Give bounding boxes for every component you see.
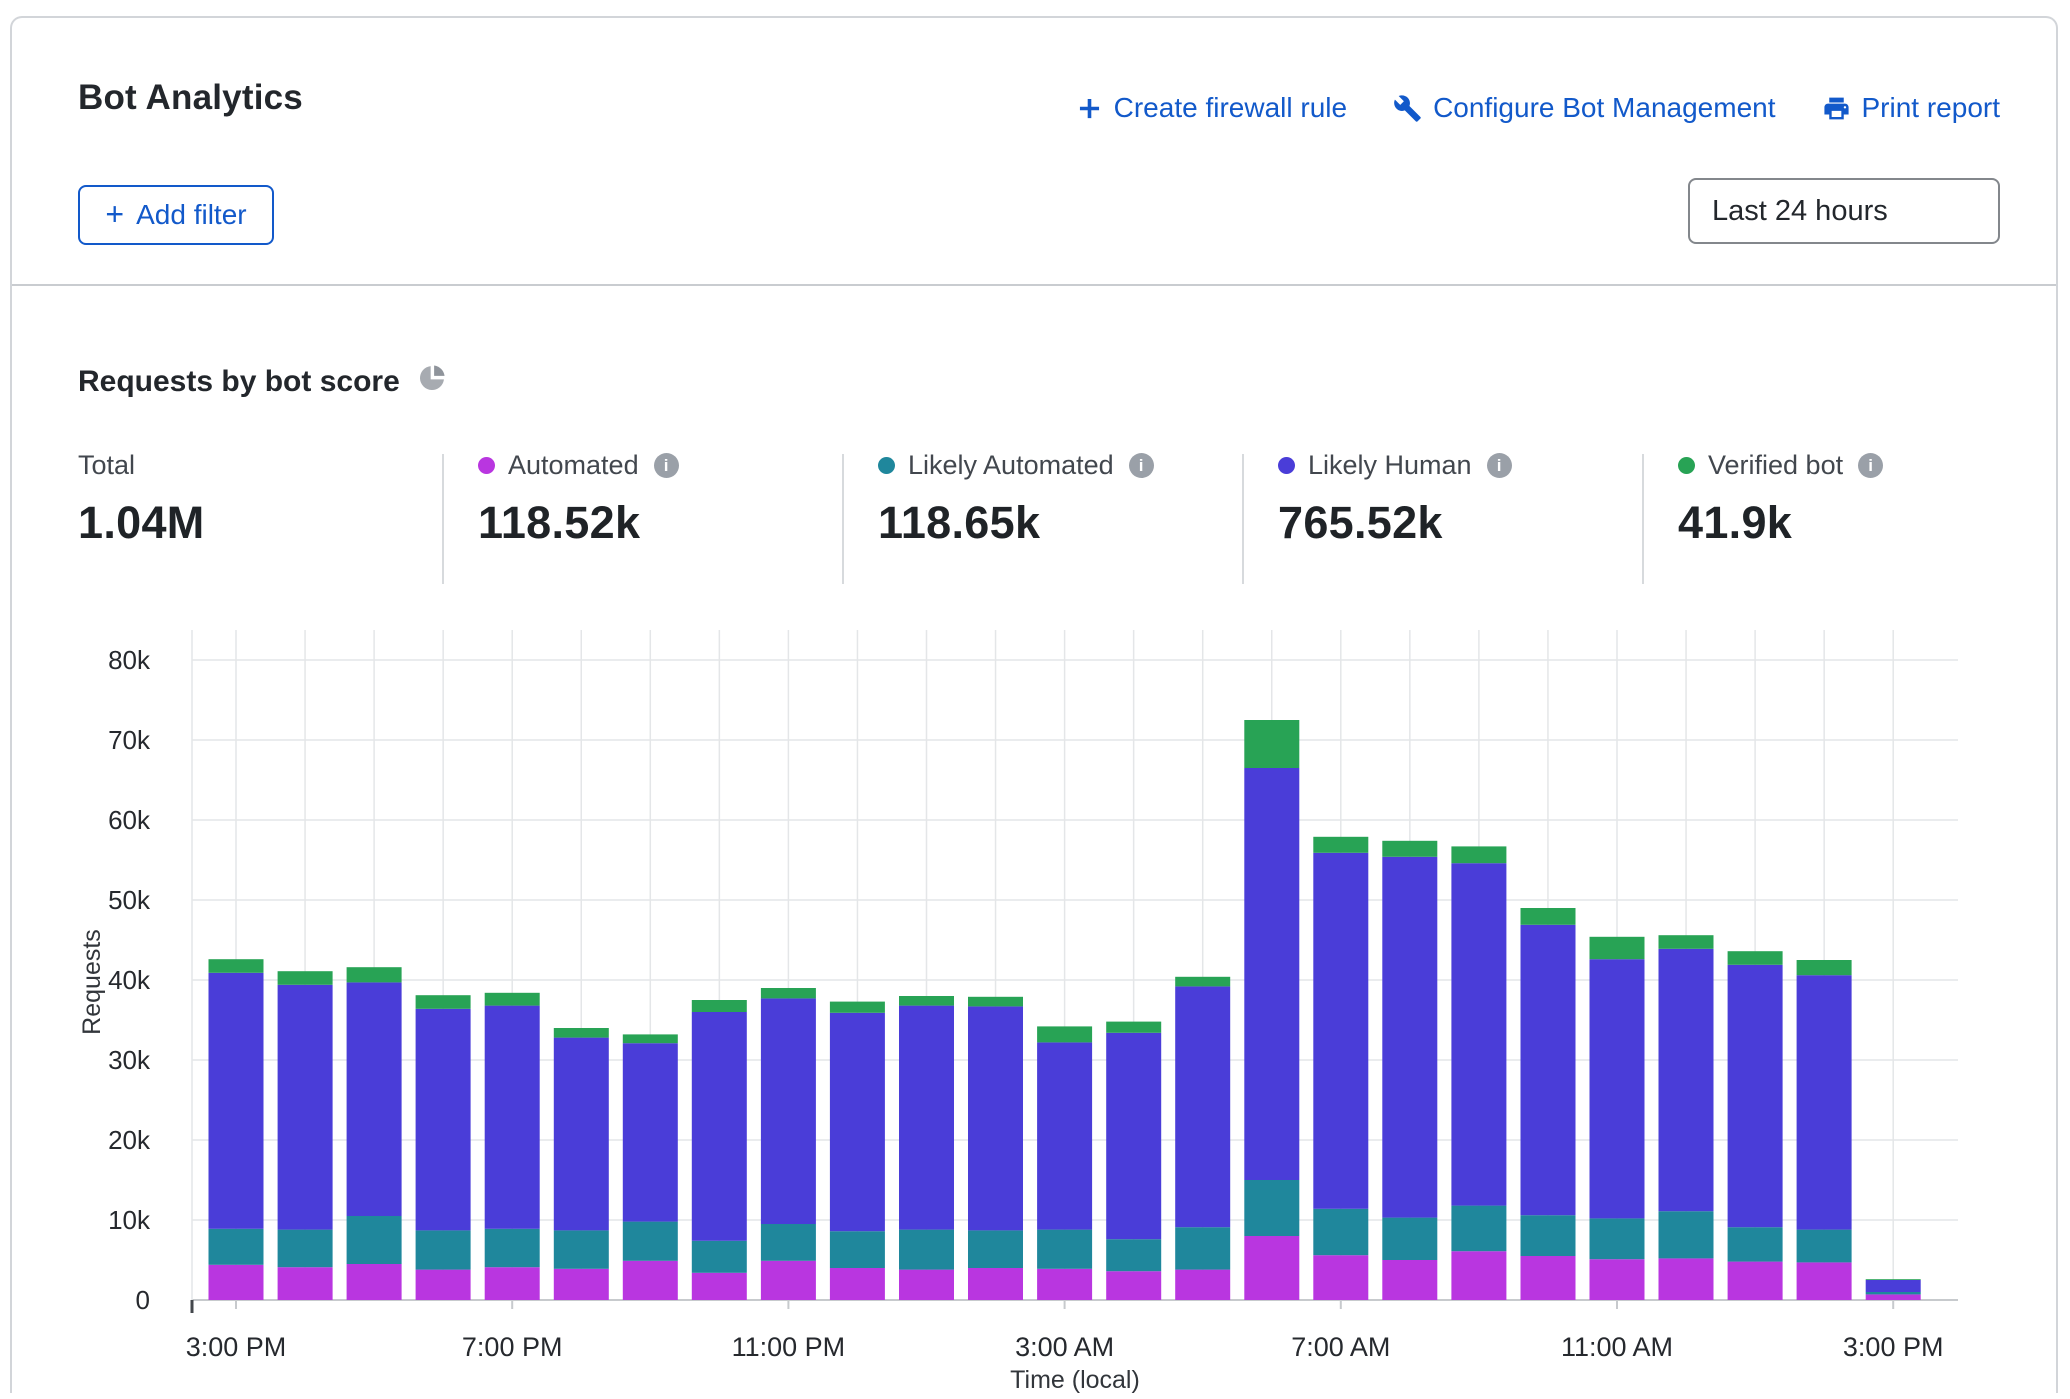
stat-value: 765.52k [1278, 497, 1512, 549]
stat-likely-human: Likely Human i 765.52k [1278, 450, 1512, 590]
stat-divider [842, 454, 844, 584]
stat-label: Automated [508, 450, 639, 481]
stat-label: Likely Human [1308, 450, 1472, 481]
svg-text:70k: 70k [108, 725, 151, 755]
stat-divider [442, 454, 444, 584]
svg-text:60k: 60k [108, 805, 151, 835]
legend-dot-automated [478, 457, 495, 474]
info-icon[interactable]: i [1487, 453, 1512, 478]
configure-bot-management-link[interactable]: Configure Bot Management [1393, 92, 1775, 124]
stat-verified-bot: Verified bot i 41.9k [1678, 450, 1883, 590]
card-header: Bot Analytics Create firewall rule Confi… [12, 18, 2056, 286]
print-report-link[interactable]: Print report [1822, 92, 2001, 124]
stat-divider [1642, 454, 1644, 584]
page-title: Bot Analytics [78, 78, 303, 118]
info-icon[interactable]: i [1129, 453, 1154, 478]
pie-chart-icon [416, 362, 448, 402]
svg-text:7:00 PM: 7:00 PM [462, 1332, 563, 1362]
svg-text:11:00 AM: 11:00 AM [1561, 1332, 1673, 1362]
create-firewall-rule-link[interactable]: Create firewall rule [1076, 92, 1347, 124]
svg-text:7:00 AM: 7:00 AM [1291, 1332, 1390, 1362]
svg-text:3:00 PM: 3:00 PM [186, 1332, 287, 1362]
header-actions: Create firewall rule Configure Bot Manag… [1076, 92, 2000, 124]
stat-value: 118.52k [478, 497, 679, 549]
stat-value: 41.9k [1678, 497, 1883, 549]
printer-icon [1822, 94, 1851, 123]
stat-label: Verified bot [1708, 450, 1843, 481]
legend-dot-likely-automated [878, 457, 895, 474]
svg-text:80k: 80k [108, 645, 151, 675]
svg-text:30k: 30k [108, 1045, 151, 1075]
svg-text:Requests: Requests [78, 929, 106, 1035]
info-icon[interactable]: i [654, 453, 679, 478]
svg-text:40k: 40k [108, 965, 151, 995]
svg-text:11:00 PM: 11:00 PM [732, 1332, 846, 1362]
plus-icon [1076, 95, 1103, 122]
plus-icon: + [105, 198, 124, 230]
svg-text:3:00 PM: 3:00 PM [1843, 1332, 1944, 1362]
legend-dot-verified-bot [1678, 457, 1695, 474]
legend-dot-likely-human [1278, 457, 1295, 474]
wrench-icon [1393, 94, 1422, 123]
info-icon[interactable]: i [1858, 453, 1883, 478]
stat-value: 1.04M [78, 497, 205, 549]
svg-text:0: 0 [136, 1285, 150, 1315]
stat-label: Likely Automated [908, 450, 1114, 481]
svg-text:3:00 AM: 3:00 AM [1015, 1332, 1114, 1362]
stat-value: 118.65k [878, 497, 1154, 549]
stat-label: Total [78, 450, 135, 481]
section-title: Requests by bot score [78, 362, 448, 402]
time-range-value: Last 24 hours [1712, 195, 1888, 228]
stat-total: Total 1.04M [78, 450, 205, 590]
stat-likely-automated: Likely Automated i 118.65k [878, 450, 1154, 590]
svg-text:Time (local): Time (local) [1010, 1366, 1140, 1394]
stat-divider [1242, 454, 1244, 584]
svg-text:50k: 50k [108, 885, 151, 915]
svg-text:10k: 10k [108, 1205, 151, 1235]
svg-text:20k: 20k [108, 1125, 151, 1155]
time-range-select[interactable]: Last 24 hours [1688, 178, 2000, 244]
add-filter-button[interactable]: + Add filter [78, 185, 274, 245]
requests-by-bot-score-chart: 0 10k 20k 30k 40k 50k 60k 70k 80k 3:00 PM 7:00 PM 1… [0, 600, 2070, 1394]
stacked-bar-chart: 0 10k 20k 30k 40k 50k 60k 70k 80k 3:00 PM 7:00 PM 1… [0, 600, 2070, 1394]
stat-automated: Automated i 118.52k [478, 450, 679, 590]
